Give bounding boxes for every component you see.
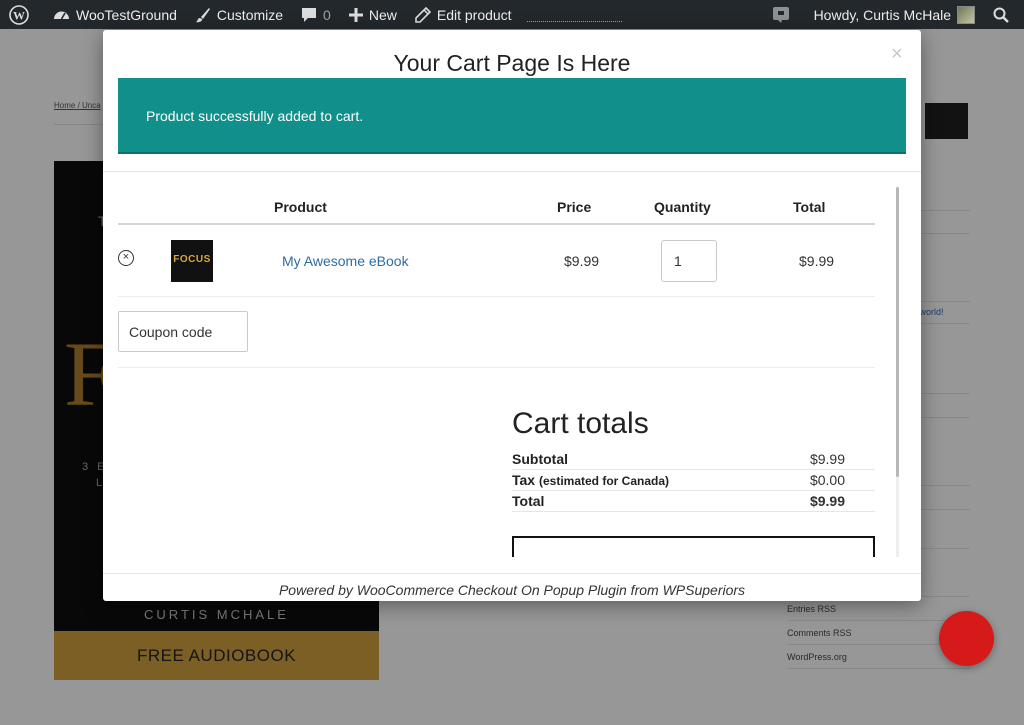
search-icon: [993, 7, 1009, 23]
table-row: × FOCUS My Awesome eBook $9.99 1 $9.99: [118, 227, 875, 297]
subtotal-row: Subtotal $9.99: [512, 449, 875, 470]
header-product: Product: [274, 199, 327, 215]
powered-by-footer: Powered by WooCommerce Checkout On Popup…: [103, 573, 921, 601]
coupon-code-input[interactable]: Coupon code: [118, 311, 248, 352]
remove-item-icon[interactable]: ×: [118, 250, 134, 266]
total-label: Total: [512, 493, 545, 509]
cart-totals: Cart totals Subtotal $9.99 Tax (estimate…: [512, 407, 875, 512]
comments-count: 0: [323, 6, 331, 23]
subtotal-value: $9.99: [809, 451, 845, 467]
cart-table-header: Product Price Quantity Total: [118, 199, 875, 225]
svg-text:W: W: [13, 8, 25, 22]
cart-popup: Your Cart Page Is Here × Product success…: [103, 30, 921, 601]
proceed-to-checkout-button[interactable]: [512, 536, 875, 557]
admin-bar: W WooTestGround Customize 0 New Edit pro…: [0, 0, 1024, 29]
tax-value: $0.00: [809, 472, 845, 488]
product-name-link[interactable]: My Awesome eBook: [282, 253, 409, 269]
header-quantity: Quantity: [654, 199, 711, 215]
cart-scroll-area[interactable]: Product Price Quantity Total × FOCUS My …: [118, 185, 878, 557]
floating-action-button[interactable]: [939, 611, 994, 666]
howdy-label: Howdy, Curtis McHale: [813, 6, 951, 23]
tax-label: Tax (estimated for Canada): [512, 472, 670, 488]
close-icon[interactable]: ×: [891, 43, 903, 66]
adminbar-dotted-placeholder[interactable]: [526, 21, 622, 22]
tax-note: (estimated for Canada): [538, 474, 670, 488]
wordpress-logo-icon[interactable]: W: [0, 0, 44, 29]
comment-icon: [302, 7, 317, 22]
edit-product-menu[interactable]: Edit product: [406, 0, 521, 29]
quantity-input[interactable]: 1: [661, 240, 717, 282]
adminbar-search[interactable]: [984, 0, 1024, 29]
customize-menu[interactable]: Customize: [186, 0, 292, 29]
cart-totals-heading: Cart totals: [512, 407, 649, 440]
success-notice: Product successfully added to cart.: [118, 78, 906, 154]
edit-product-label: Edit product: [436, 6, 512, 23]
new-menu[interactable]: New: [340, 0, 406, 29]
header-price: Price: [557, 199, 592, 215]
brush-icon: [195, 7, 210, 22]
avatar: [957, 5, 975, 24]
scrollbar-thumb[interactable]: [896, 187, 899, 477]
comments-menu[interactable]: 0: [292, 0, 340, 29]
subtotal-label: Subtotal: [512, 451, 568, 467]
divider: [103, 171, 921, 172]
modal-title: Your Cart Page Is Here: [393, 50, 631, 76]
chat-bubble-icon: [772, 6, 789, 23]
pencil-icon: [415, 6, 431, 23]
plus-icon: [348, 7, 363, 22]
tax-row: Tax (estimated for Canada) $0.00: [512, 470, 875, 491]
new-label: New: [368, 6, 397, 23]
total-row: Total $9.99: [512, 491, 875, 512]
product-price: $9.99: [564, 253, 600, 269]
customize-label: Customize: [216, 6, 284, 23]
coupon-row: Coupon code: [118, 298, 875, 368]
row-total: $9.99: [799, 253, 835, 269]
dashboard-icon: [54, 11, 69, 19]
header-total: Total: [793, 199, 826, 215]
site-name-label: WooTestGround: [76, 6, 177, 23]
account-menu[interactable]: Howdy, Curtis McHale: [805, 0, 984, 29]
site-name-menu[interactable]: WooTestGround: [44, 0, 186, 29]
notification-menu[interactable]: [763, 0, 805, 29]
total-value: $9.99: [809, 493, 845, 509]
product-thumbnail[interactable]: FOCUS: [171, 240, 213, 282]
